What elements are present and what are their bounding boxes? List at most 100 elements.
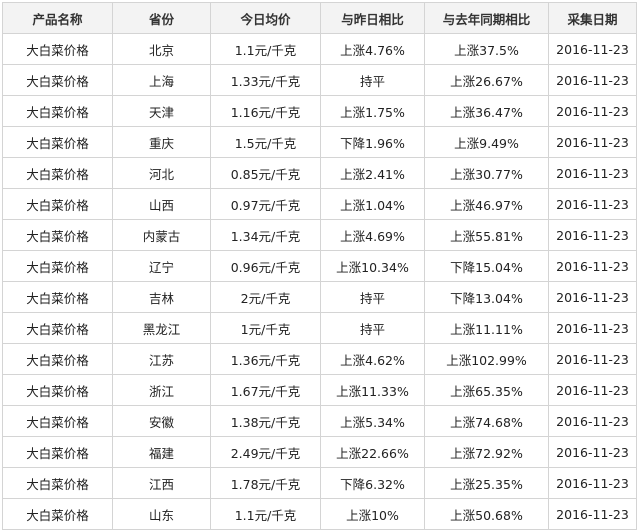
cell-product-name: 大白菜价格 — [2, 498, 113, 530]
cell-province: 浙江 — [112, 374, 211, 406]
cell-vs-yesterday: 上涨2.41% — [320, 157, 425, 189]
cell-collection-date: 2016-11-23 — [548, 498, 637, 530]
cell-today-avg-price: 1.5元/千克 — [210, 126, 321, 158]
cell-today-avg-price: 1.1元/千克 — [210, 498, 321, 530]
table-row: 大白菜价格 福建 2.49元/千克 上涨22.66% 上涨72.92% 2016-11-2… — [2, 436, 637, 468]
cell-collection-date: 2016-11-23 — [548, 33, 637, 65]
header-vs-yesterday: 与昨日相比 — [320, 2, 425, 34]
cell-product-name: 大白菜价格 — [2, 374, 113, 406]
cell-vs-last-year: 上涨65.35% — [424, 374, 549, 406]
table-row: 大白菜价格 江苏 1.36元/千克 上涨4.62% 上涨102.99% 2016-11-2… — [2, 343, 637, 375]
cell-vs-yesterday: 上涨10% — [320, 498, 425, 530]
header-province: 省份 — [112, 2, 211, 34]
cell-vs-yesterday: 上涨1.75% — [320, 95, 425, 127]
table-header-row: 产品名称 省份 今日均价 与昨日相比 与去年同期相比 采集日期 — [2, 2, 637, 34]
cell-vs-yesterday: 下降6.32% — [320, 467, 425, 499]
cell-collection-date: 2016-11-23 — [548, 405, 637, 437]
cell-today-avg-price: 1.33元/千克 — [210, 64, 321, 96]
cell-collection-date: 2016-11-23 — [548, 436, 637, 468]
cell-vs-yesterday: 下降1.96% — [320, 126, 425, 158]
cell-product-name: 大白菜价格 — [2, 250, 113, 282]
cell-product-name: 大白菜价格 — [2, 312, 113, 344]
cell-province: 安徽 — [112, 405, 211, 437]
cell-vs-yesterday: 上涨11.33% — [320, 374, 425, 406]
cell-collection-date: 2016-11-23 — [548, 374, 637, 406]
cell-collection-date: 2016-11-23 — [548, 157, 637, 189]
cell-province: 天津 — [112, 95, 211, 127]
cell-today-avg-price: 0.96元/千克 — [210, 250, 321, 282]
table-row: 大白菜价格 内蒙古 1.34元/千克 上涨4.69% 上涨55.81% 2016-11-2… — [2, 219, 637, 251]
cell-product-name: 大白菜价格 — [2, 281, 113, 313]
cell-province: 内蒙古 — [112, 219, 211, 251]
cell-vs-yesterday: 上涨10.34% — [320, 250, 425, 282]
cell-vs-yesterday: 上涨4.76% — [320, 33, 425, 65]
cell-today-avg-price: 1.1元/千克 — [210, 33, 321, 65]
cell-product-name: 大白菜价格 — [2, 219, 113, 251]
cell-collection-date: 2016-11-23 — [548, 467, 637, 499]
table-row: 大白菜价格 山东 1.1元/千克 上涨10% 上涨50.68% 2016-11-23 — [2, 498, 637, 530]
cell-collection-date: 2016-11-23 — [548, 126, 637, 158]
cell-province: 北京 — [112, 33, 211, 65]
cell-today-avg-price: 0.97元/千克 — [210, 188, 321, 220]
cell-collection-date: 2016-11-23 — [548, 64, 637, 96]
table-row: 大白菜价格 江西 1.78元/千克 下降6.32% 上涨25.35% 2016-11-23 — [2, 467, 637, 499]
table-row: 大白菜价格 上海 1.33元/千克 持平 上涨26.67% 2016-11-23 — [2, 64, 637, 96]
cell-today-avg-price: 1.78元/千克 — [210, 467, 321, 499]
cell-province: 吉林 — [112, 281, 211, 313]
header-today-avg-price: 今日均价 — [210, 2, 321, 34]
cell-product-name: 大白菜价格 — [2, 188, 113, 220]
cell-vs-last-year: 上涨36.47% — [424, 95, 549, 127]
cell-product-name: 大白菜价格 — [2, 33, 113, 65]
table-row: 大白菜价格 天津 1.16元/千克 上涨1.75% 上涨36.47% 2016-11-23 — [2, 95, 637, 127]
cell-today-avg-price: 1.67元/千克 — [210, 374, 321, 406]
cell-vs-last-year: 上涨72.92% — [424, 436, 549, 468]
cell-province: 江西 — [112, 467, 211, 499]
cell-today-avg-price: 2元/千克 — [210, 281, 321, 313]
cell-vs-yesterday: 上涨4.62% — [320, 343, 425, 375]
cell-province: 黑龙江 — [112, 312, 211, 344]
cell-province: 山东 — [112, 498, 211, 530]
cell-vs-last-year: 下降15.04% — [424, 250, 549, 282]
cell-vs-yesterday: 持平 — [320, 312, 425, 344]
cell-collection-date: 2016-11-23 — [548, 250, 637, 282]
cell-collection-date: 2016-11-23 — [548, 281, 637, 313]
cell-vs-last-year: 上涨50.68% — [424, 498, 549, 530]
table-row: 大白菜价格 安徽 1.38元/千克 上涨5.34% 上涨74.68% 2016-11-23 — [2, 405, 637, 437]
table-row: 大白菜价格 山西 0.97元/千克 上涨1.04% 上涨46.97% 2016-11-23 — [2, 188, 637, 220]
cell-today-avg-price: 0.85元/千克 — [210, 157, 321, 189]
cell-vs-last-year: 上涨55.81% — [424, 219, 549, 251]
cell-vs-last-year: 上涨30.77% — [424, 157, 549, 189]
cell-today-avg-price: 1.34元/千克 — [210, 219, 321, 251]
cell-province: 河北 — [112, 157, 211, 189]
cell-today-avg-price: 2.49元/千克 — [210, 436, 321, 468]
cell-province: 福建 — [112, 436, 211, 468]
cell-province: 江苏 — [112, 343, 211, 375]
cell-product-name: 大白菜价格 — [2, 405, 113, 437]
cell-vs-last-year: 上涨9.49% — [424, 126, 549, 158]
cell-province: 山西 — [112, 188, 211, 220]
cell-vs-last-year: 上涨26.67% — [424, 64, 549, 96]
cell-product-name: 大白菜价格 — [2, 95, 113, 127]
cell-vs-yesterday: 上涨5.34% — [320, 405, 425, 437]
cell-today-avg-price: 1元/千克 — [210, 312, 321, 344]
price-table: 产品名称 省份 今日均价 与昨日相比 与去年同期相比 采集日期 大白菜价格 北京 1… — [2, 2, 637, 530]
table-row: 大白菜价格 辽宁 0.96元/千克 上涨10.34% 下降15.04% 2016-11-2… — [2, 250, 637, 282]
cell-product-name: 大白菜价格 — [2, 157, 113, 189]
table-row: 大白菜价格 黑龙江 1元/千克 持平 上涨11.11% 2016-11-23 — [2, 312, 637, 344]
cell-product-name: 大白菜价格 — [2, 64, 113, 96]
table-row: 大白菜价格 北京 1.1元/千克 上涨4.76% 上涨37.5% 2016-11-23 — [2, 33, 637, 65]
header-product-name: 产品名称 — [2, 2, 113, 34]
cell-vs-last-year: 下降13.04% — [424, 281, 549, 313]
cell-today-avg-price: 1.36元/千克 — [210, 343, 321, 375]
cell-collection-date: 2016-11-23 — [548, 188, 637, 220]
table-row: 大白菜价格 重庆 1.5元/千克 下降1.96% 上涨9.49% 2016-11-23 — [2, 126, 637, 158]
cell-vs-yesterday: 上涨22.66% — [320, 436, 425, 468]
cell-product-name: 大白菜价格 — [2, 343, 113, 375]
cell-province: 辽宁 — [112, 250, 211, 282]
cell-vs-last-year: 上涨102.99% — [424, 343, 549, 375]
cell-province: 重庆 — [112, 126, 211, 158]
table-row: 大白菜价格 河北 0.85元/千克 上涨2.41% 上涨30.77% 2016-11-23 — [2, 157, 637, 189]
cell-vs-yesterday: 持平 — [320, 64, 425, 96]
cell-vs-yesterday: 上涨1.04% — [320, 188, 425, 220]
cell-product-name: 大白菜价格 — [2, 436, 113, 468]
